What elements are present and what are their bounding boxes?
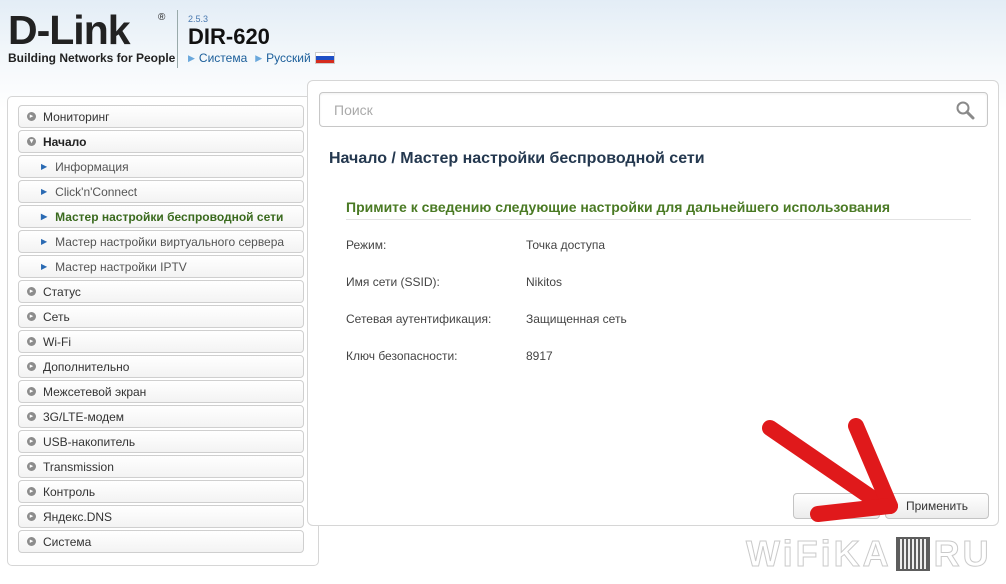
language-link[interactable]: Русский bbox=[266, 51, 311, 65]
sidebar-item[interactable]: ▸ Яндекс.DNS bbox=[18, 505, 304, 528]
sidebar: ▸ Мониторинг ▾ Начало ▶ Информация ▶ Click'n'Co… bbox=[7, 96, 319, 566]
search-icon[interactable] bbox=[955, 100, 975, 120]
sidebar-item-label: Контроль bbox=[43, 484, 96, 499]
chevron-right-icon: ▸ bbox=[27, 412, 36, 421]
setting-row-mode: Режим: Точка доступа bbox=[346, 238, 627, 275]
sidebar-item-label: Яндекс.DNS bbox=[43, 509, 113, 524]
sidebar-item-label: Мониторинг bbox=[43, 109, 110, 124]
sidebar-item[interactable]: ▶ Информация bbox=[18, 155, 304, 178]
page-title: Начало / Мастер настройки беспроводной с… bbox=[329, 150, 705, 167]
sidebar-item-label: Мастер настройки IPTV bbox=[55, 259, 187, 274]
sidebar-item[interactable]: ▸ Межсетевой экран bbox=[18, 380, 304, 403]
sidebar-item-label: Wi-Fi bbox=[43, 334, 71, 349]
setting-label: Режим: bbox=[346, 238, 387, 252]
sidebar-item[interactable]: ▸ Сеть bbox=[18, 305, 304, 328]
chevron-right-icon: ▸ bbox=[27, 387, 36, 396]
sidebar-menu: ▸ Мониторинг ▾ Начало ▶ Информация ▶ Click'n'Co… bbox=[18, 105, 304, 555]
setting-row-auth: Сетевая аутентификация: Защищенная сеть bbox=[346, 312, 627, 349]
settings-summary: Режим: Точка доступа Имя сети (SSID): Ni… bbox=[346, 238, 627, 386]
chevron-right-icon: ▸ bbox=[27, 462, 36, 471]
brand-tagline: Building Networks for People bbox=[8, 51, 176, 65]
sidebar-item-label: Информация bbox=[55, 159, 129, 174]
setting-row-key: Ключ безопасности: 8917 bbox=[346, 349, 627, 386]
setting-label: Сетевая аутентификация: bbox=[346, 312, 492, 326]
sidebar-item[interactable]: ▶ Мастер настройки виртуального сервера bbox=[18, 230, 304, 253]
system-link[interactable]: Система bbox=[199, 51, 247, 65]
device-info: 2.5.3 DIR-620 ▶ Система ▶ Русский bbox=[188, 14, 335, 65]
sidebar-item[interactable]: ▶ Click'n'Connect bbox=[18, 180, 304, 203]
bullet-icon: ▶ bbox=[41, 262, 48, 271]
setting-value: Nikitos bbox=[526, 275, 563, 289]
wifika-watermark: WiFi KA RU bbox=[746, 532, 992, 576]
sidebar-item[interactable]: ▸ Wi-Fi bbox=[18, 330, 304, 353]
chevron-right-icon: ▸ bbox=[27, 312, 36, 321]
sidebar-item-label: Межсетевой экран bbox=[43, 384, 147, 399]
chevron-right-icon: ▸ bbox=[27, 537, 36, 546]
sidebar-item-label: Дополнительно bbox=[43, 359, 130, 374]
chevron-right-icon: ▸ bbox=[27, 337, 36, 346]
settings-notice: Примите к сведению следующие настройки д… bbox=[346, 199, 971, 220]
sidebar-item-label: Click'n'Connect bbox=[55, 184, 138, 199]
watermark-middle: KA bbox=[833, 533, 892, 575]
bullet-icon: ▶ bbox=[41, 237, 48, 246]
setting-label: Имя сети (SSID): bbox=[346, 275, 440, 289]
chevron-right-icon: ▸ bbox=[27, 437, 36, 446]
chevron-right-icon: ▸ bbox=[27, 512, 36, 521]
setting-value: Точка доступа bbox=[526, 238, 606, 252]
sidebar-item[interactable]: ▸ Мониторинг bbox=[18, 105, 304, 128]
chevron-right-icon: ▸ bbox=[27, 287, 36, 296]
search-input[interactable] bbox=[334, 101, 934, 119]
sidebar-item-label: Система bbox=[43, 534, 92, 549]
sidebar-item[interactable]: ▸ Контроль bbox=[18, 480, 304, 503]
dlink-logo[interactable]: D-Link ® Building Networks for People bbox=[8, 7, 176, 66]
setting-row-ssid: Имя сети (SSID): Nikitos bbox=[346, 275, 627, 312]
chevron-right-icon: ▸ bbox=[27, 487, 36, 496]
setting-label: Ключ безопасности: bbox=[346, 349, 458, 363]
sidebar-item[interactable]: ▾ Начало bbox=[18, 130, 304, 153]
watermark-left: WiFi bbox=[746, 533, 834, 575]
triangle-right-icon: ▶ bbox=[255, 52, 263, 63]
bullet-icon: ▶ bbox=[41, 162, 48, 171]
chevron-down-icon: ▾ bbox=[27, 137, 36, 146]
qr-code-icon bbox=[895, 537, 930, 571]
sidebar-item-label: Мастер настройки виртуального сервера bbox=[55, 234, 285, 249]
triangle-right-icon: ▶ bbox=[188, 52, 195, 63]
setting-value: 8917 bbox=[526, 349, 553, 363]
sidebar-item[interactable]: ▶ Мастер настройки беспроводной сети bbox=[18, 205, 304, 228]
chevron-right-icon: ▸ bbox=[27, 112, 36, 121]
sidebar-item-label: 3G/LTE-модем bbox=[43, 409, 125, 424]
sidebar-item[interactable]: ▸ Transmission bbox=[18, 455, 304, 478]
sidebar-item-label: Мастер настройки беспроводной сети bbox=[55, 209, 284, 224]
red-arrow-icon bbox=[762, 418, 898, 522]
bullet-icon: ▶ bbox=[41, 212, 48, 221]
header: D-Link ® Building Networks for People 2.… bbox=[0, 0, 1006, 80]
sidebar-item[interactable]: ▸ USB-накопитель bbox=[18, 430, 304, 453]
watermark-right: RU bbox=[933, 533, 992, 575]
sidebar-item-label: Начало bbox=[43, 134, 87, 149]
sidebar-item-label: Статус bbox=[43, 284, 81, 299]
sidebar-item-label: USB-накопитель bbox=[43, 434, 136, 449]
sidebar-item-label: Transmission bbox=[43, 459, 114, 474]
header-links: ▶ Система ▶ Русский bbox=[188, 51, 335, 65]
model-name: DIR-620 bbox=[188, 24, 270, 49]
sidebar-item[interactable]: ▶ Мастер настройки IPTV bbox=[18, 255, 304, 278]
brand-name: D-Link bbox=[8, 7, 131, 53]
sidebar-item[interactable]: ▸ Дополнительно bbox=[18, 355, 304, 378]
sidebar-item[interactable]: ▸ Система bbox=[18, 530, 304, 553]
setting-value: Защищенная сеть bbox=[526, 312, 627, 326]
header-divider bbox=[177, 10, 178, 68]
bullet-icon: ▶ bbox=[41, 187, 48, 196]
sidebar-item[interactable]: ▸ 3G/LTE-модем bbox=[18, 405, 304, 428]
search-box[interactable] bbox=[319, 92, 988, 127]
registered-mark: ® bbox=[158, 12, 166, 23]
sidebar-item-label: Сеть bbox=[43, 309, 70, 324]
firmware-version: 2.5.3 bbox=[188, 14, 209, 24]
russian-flag-icon[interactable] bbox=[314, 52, 335, 64]
sidebar-item[interactable]: ▸ Статус bbox=[18, 280, 304, 303]
chevron-right-icon: ▸ bbox=[27, 362, 36, 371]
